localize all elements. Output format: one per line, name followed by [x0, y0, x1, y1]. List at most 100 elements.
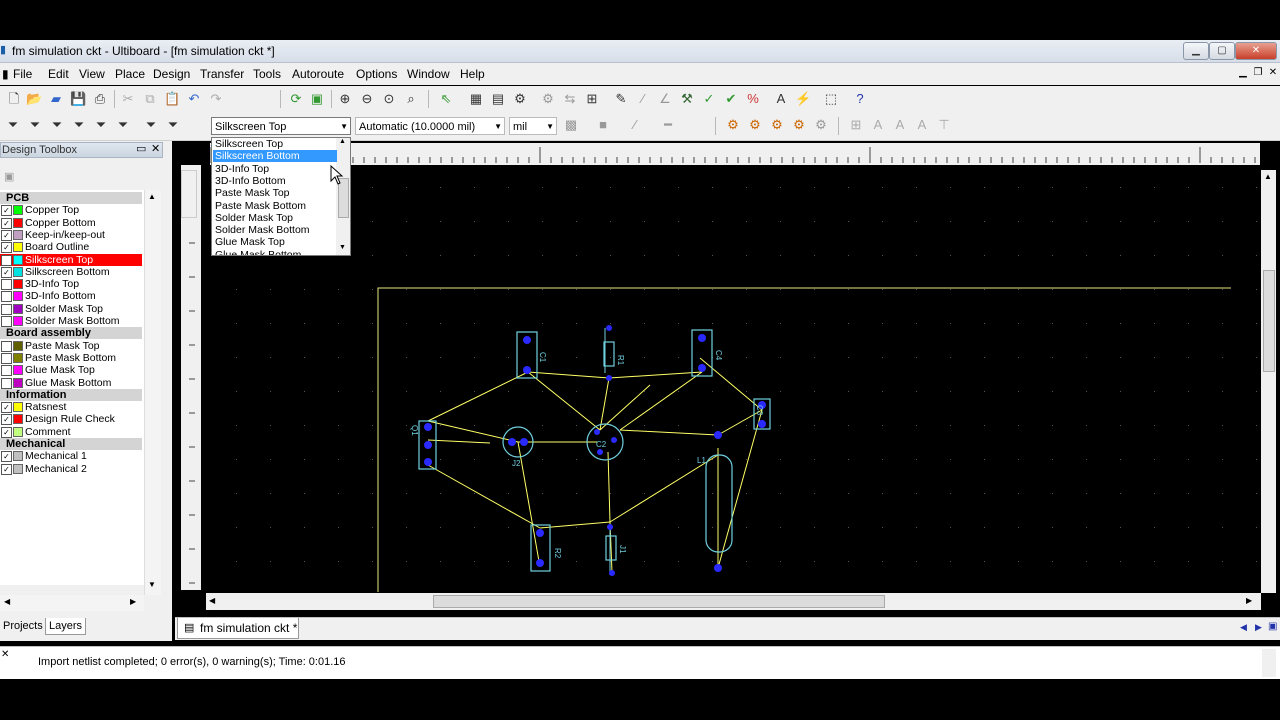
- filter-vias-icon[interactable]: ⏷: [93, 117, 109, 133]
- zoom-in-icon[interactable]: ⊕: [337, 91, 353, 107]
- scroll-left-icon[interactable]: ◀: [4, 597, 10, 606]
- close-icon[interactable]: ✕: [1, 649, 9, 660]
- layer-checkbox[interactable]: ✓: [1, 229, 12, 241]
- canvas-vscrollbar[interactable]: ▲: [1261, 170, 1276, 593]
- line-color-icon[interactable]: ∕: [627, 117, 643, 133]
- canvas-hscrollbar[interactable]: ◀ ▶: [206, 593, 1261, 610]
- layer-color-swatch[interactable]: [13, 377, 23, 388]
- line-style-icon[interactable]: ━: [660, 117, 676, 133]
- zoom-area-icon[interactable]: ⊙: [381, 91, 397, 107]
- layer-checkbox[interactable]: [1, 377, 12, 389]
- layer-color-swatch[interactable]: [13, 254, 23, 265]
- fill-icon[interactable]: ■: [595, 117, 611, 133]
- text-icon[interactable]: A: [773, 91, 789, 107]
- tab-document[interactable]: ▤ fm simulation ckt *: [177, 618, 299, 639]
- lock-icon[interactable]: ⚙: [769, 117, 785, 133]
- autoroute-icon[interactable]: ⚒: [679, 91, 695, 107]
- trace-icon[interactable]: ✎: [613, 91, 629, 107]
- layer-checkbox[interactable]: ✓: [1, 266, 12, 278]
- scroll-down-icon[interactable]: ▼: [148, 580, 156, 589]
- tab-next-icon[interactable]: ▶: [1255, 622, 1262, 633]
- align-right-icon[interactable]: A: [892, 117, 908, 133]
- open-folder-icon[interactable]: 📂: [26, 91, 42, 107]
- layer-item[interactable]: ✓ Mechanical 1: [0, 450, 142, 463]
- layer-item[interactable]: 3D-Info Bottom: [0, 290, 142, 303]
- layer-checkbox[interactable]: ✓: [1, 426, 12, 438]
- menu-edit[interactable]: Edit: [48, 67, 69, 81]
- vscroll-thumb[interactable]: [1263, 270, 1275, 372]
- route-part-icon[interactable]: ✔: [723, 91, 739, 107]
- filter-other-icon[interactable]: ⏷: [165, 117, 181, 133]
- menu-help[interactable]: Help: [460, 67, 485, 81]
- save-icon[interactable]: 💾: [70, 91, 86, 107]
- pcb-drawing[interactable]: C1 R1 C4 C3 Q1 C2 R2 J1 J2 L1: [206, 170, 1261, 593]
- filter-icon[interactable]: ⏷: [5, 117, 21, 133]
- zoom-full-icon[interactable]: ⌕: [403, 91, 419, 107]
- layer-item[interactable]: ✓ Design Rule Check: [0, 413, 142, 426]
- route-net-icon[interactable]: ✓: [701, 91, 717, 107]
- layer-checkbox[interactable]: ✓: [1, 217, 12, 229]
- layer-item[interactable]: Paste Mask Bottom: [0, 352, 142, 364]
- scroll-down-icon[interactable]: ▼: [339, 244, 346, 251]
- layer-color-swatch[interactable]: [13, 242, 23, 253]
- filter-shapes-icon[interactable]: ⏷: [115, 117, 131, 133]
- layer-checkbox[interactable]: ✓: [1, 463, 12, 475]
- refresh-icon[interactable]: ⟳: [288, 91, 304, 107]
- layer-item[interactable]: Glue Mask Top: [0, 364, 142, 377]
- paint-icon[interactable]: ▩: [563, 117, 579, 133]
- help-icon[interactable]: ?: [852, 91, 868, 107]
- align-icon[interactable]: ⊞: [584, 91, 600, 107]
- mdi-minimize-button[interactable]: ▁: [1237, 67, 1249, 79]
- layer-checkbox[interactable]: [1, 291, 12, 303]
- layer-color-swatch[interactable]: [13, 279, 23, 290]
- scroll-left-icon[interactable]: ◀: [209, 596, 215, 605]
- layer-checkbox[interactable]: [1, 352, 12, 364]
- toggle-grid-icon[interactable]: ▦: [468, 91, 484, 107]
- layer-checkbox[interactable]: ✓: [1, 414, 12, 426]
- close-button[interactable]: ✕: [1235, 42, 1277, 60]
- select-box-icon[interactable]: ⬚: [823, 91, 839, 107]
- dropdown-option[interactable]: Silkscreen Top: [213, 138, 337, 150]
- component-icon[interactable]: ⚙: [540, 91, 556, 107]
- menu-place[interactable]: Place: [115, 67, 145, 81]
- redo-icon[interactable]: ↷: [208, 91, 224, 107]
- dropdown-scrollbar[interactable]: ▲ ▼: [336, 138, 350, 255]
- dropdown-option[interactable]: 3D-Info Top: [213, 163, 337, 175]
- layer-checkbox[interactable]: [1, 279, 12, 291]
- layer-color-swatch[interactable]: [13, 205, 23, 216]
- unlock-icon[interactable]: ⚙: [791, 117, 807, 133]
- toolbox-tree-icon[interactable]: ▣: [4, 170, 14, 183]
- new-file-icon[interactable]: 🗋: [6, 91, 22, 107]
- minimize-button[interactable]: ▁: [1183, 42, 1209, 60]
- tab-layers[interactable]: Layers: [45, 618, 87, 635]
- layer-color-swatch[interactable]: [13, 365, 23, 376]
- layer-select[interactable]: Silkscreen Top ▼: [211, 117, 351, 135]
- tab-list-icon[interactable]: ▣: [1268, 621, 1277, 632]
- dropdown-option[interactable]: Paste Mask Top: [213, 187, 337, 199]
- copy-icon[interactable]: ⧉: [142, 91, 158, 107]
- layer-checkbox[interactable]: ✓: [1, 242, 12, 254]
- layer-color-swatch[interactable]: [13, 426, 23, 437]
- scroll-up-icon[interactable]: ▲: [148, 192, 156, 201]
- layer-item[interactable]: ✓ Mechanical 2: [0, 463, 142, 475]
- layer-checkbox[interactable]: ✓: [1, 205, 12, 217]
- layer-item[interactable]: 3D-Info Top: [0, 278, 142, 291]
- menu-transfer[interactable]: Transfer: [200, 67, 244, 81]
- dimension-icon[interactable]: ⚡: [795, 91, 811, 107]
- dropdown-option[interactable]: Paste Mask Bottom: [213, 200, 337, 212]
- layer-color-swatch[interactable]: [13, 316, 23, 326]
- layer-color-swatch[interactable]: [13, 451, 23, 462]
- mdi-close-button[interactable]: ✕: [1267, 67, 1279, 79]
- dropdown-option[interactable]: Glue Mask Top: [213, 236, 337, 248]
- tab-projects[interactable]: Projects: [0, 618, 46, 634]
- tab-prev-icon[interactable]: ◀: [1240, 622, 1247, 633]
- layer-checkbox[interactable]: [1, 316, 12, 327]
- scroll-right-icon[interactable]: ▶: [130, 597, 136, 606]
- menu-options[interactable]: Options: [356, 67, 397, 81]
- menu-autoroute[interactable]: Autoroute: [292, 67, 344, 81]
- layer-list-hscrollbar[interactable]: ◀ ▶: [0, 595, 144, 611]
- layer-color-swatch[interactable]: [13, 217, 23, 228]
- menu-tools[interactable]: Tools: [253, 67, 281, 81]
- redraw-icon[interactable]: ▣: [309, 91, 325, 107]
- paste-icon[interactable]: 📋: [164, 91, 180, 107]
